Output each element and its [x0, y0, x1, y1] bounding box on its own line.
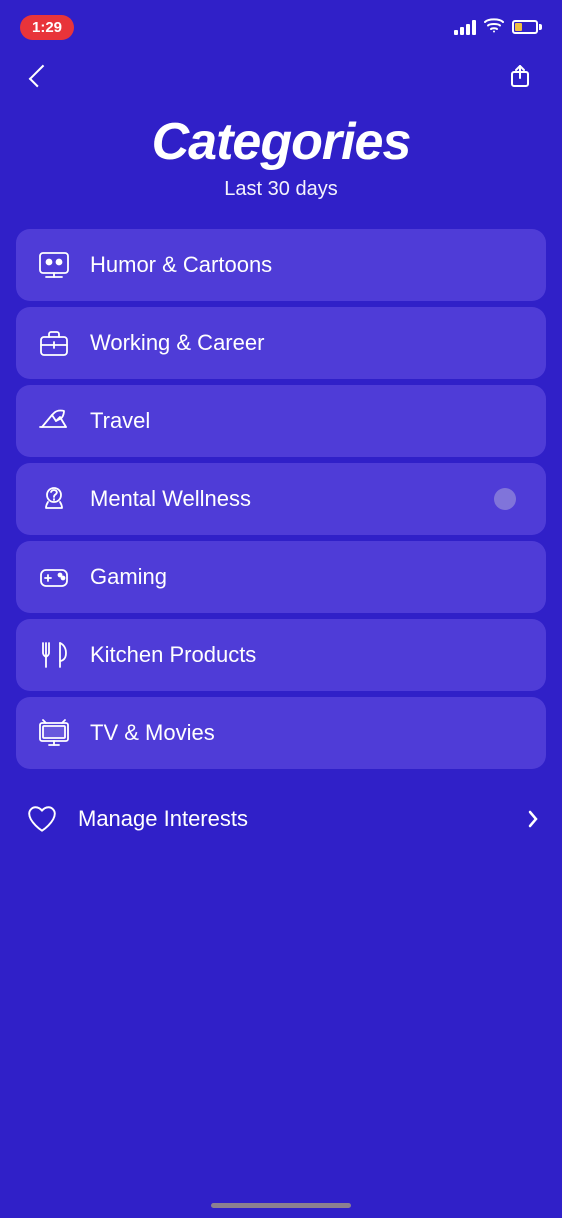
nav-bar — [0, 50, 562, 102]
category-label-humor-cartoons: Humor & Cartoons — [90, 252, 272, 278]
active-indicator — [494, 488, 516, 510]
manage-interests-left: Manage Interests — [24, 801, 248, 837]
category-label-travel: Travel — [90, 408, 150, 434]
manage-chevron-icon — [528, 810, 538, 828]
category-label-kitchen-products: Kitchen Products — [90, 642, 256, 668]
page-title: Categories — [20, 112, 542, 172]
mental-icon — [36, 481, 72, 517]
category-label-mental-wellness: Mental Wellness — [90, 486, 251, 512]
manage-interests-label: Manage Interests — [78, 806, 248, 832]
status-icons — [454, 17, 542, 38]
category-item-kitchen-products[interactable]: Kitchen Products — [16, 619, 546, 691]
status-time: 1:29 — [20, 15, 74, 40]
wifi-icon — [484, 17, 504, 38]
category-item-tv-movies[interactable]: TV & Movies — [16, 697, 546, 769]
category-label-working-career: Working & Career — [90, 330, 264, 356]
category-item-working-career[interactable]: Working & Career — [16, 307, 546, 379]
page-subtitle: Last 30 days — [20, 178, 542, 201]
battery-icon — [512, 20, 542, 34]
category-item-mental-wellness[interactable]: Mental Wellness — [16, 463, 546, 535]
manage-interests-button[interactable]: Manage Interests — [0, 779, 562, 859]
heart-icon — [24, 801, 60, 837]
share-button[interactable] — [502, 58, 538, 94]
share-icon — [506, 62, 534, 90]
signal-icon — [454, 19, 476, 35]
category-label-gaming: Gaming — [90, 564, 167, 590]
kitchen-icon — [36, 637, 72, 673]
category-label-tv-movies: TV & Movies — [90, 720, 215, 746]
tv-icon — [36, 715, 72, 751]
humor-icon — [36, 247, 72, 283]
page-header: Categories Last 30 days — [0, 102, 562, 229]
categories-list: Humor & Cartoons Working & Career Travel — [0, 229, 562, 769]
travel-icon — [36, 403, 72, 439]
home-indicator — [211, 1203, 351, 1208]
back-button[interactable] — [24, 62, 50, 90]
status-bar: 1:29 — [0, 0, 562, 50]
gaming-icon — [36, 559, 72, 595]
category-item-gaming[interactable]: Gaming — [16, 541, 546, 613]
category-item-travel[interactable]: Travel — [16, 385, 546, 457]
briefcase-icon — [36, 325, 72, 361]
category-item-humor-cartoons[interactable]: Humor & Cartoons — [16, 229, 546, 301]
back-chevron-icon — [29, 65, 52, 88]
